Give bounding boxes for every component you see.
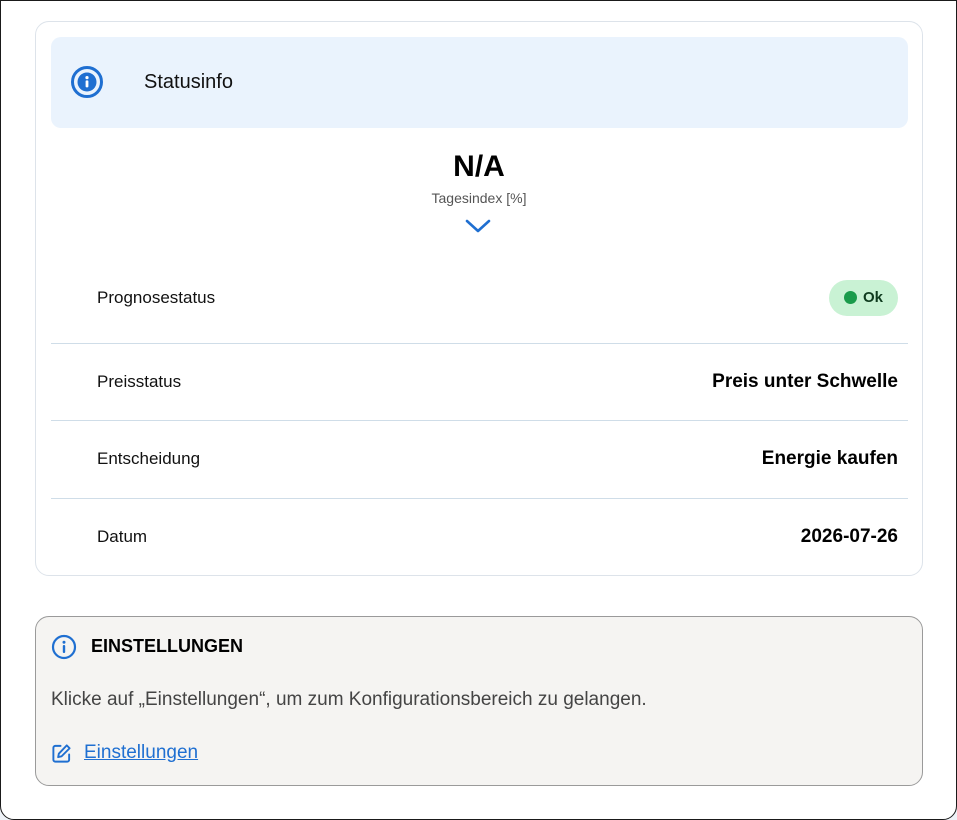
row-entscheidung: Entscheidung Energie kaufen [51, 420, 908, 497]
metric-value: N/A [453, 150, 505, 183]
settings-title: EINSTELLUNGEN [91, 636, 244, 656]
row-label: Prognosestatus [97, 287, 216, 307]
metric-label: Tagesindex [%] [431, 190, 527, 206]
row-preisstatus: Preisstatus Preis unter Schwelle [51, 343, 908, 420]
row-value: Preis unter Schwelle [712, 371, 898, 392]
row-label: Entscheidung [97, 449, 201, 468]
status-header-title: Statusinfo [144, 71, 233, 93]
info-circle-icon [51, 634, 77, 660]
status-card: Statusinfo N/A Tagesindex [%] Prognosest… [35, 21, 923, 576]
status-dot-icon [843, 291, 857, 304]
status-badge: Ok [828, 279, 898, 316]
settings-link-label: Einstellungen [84, 742, 199, 763]
row-value: 2026-07-26 [800, 526, 898, 547]
chevron-down-icon[interactable] [464, 218, 492, 234]
status-header: Statusinfo [51, 37, 908, 128]
page-frame: Statusinfo N/A Tagesindex [%] Prognosest… [0, 0, 957, 820]
settings-card: EINSTELLUNGEN Klicke auf „Einstellungen“… [35, 616, 923, 786]
settings-description: Klicke auf „Einstellungen“, um zum Konfi… [51, 689, 647, 710]
row-datum: Datum 2026-07-26 [51, 498, 908, 575]
info-circle-icon [71, 66, 103, 98]
row-label: Preisstatus [97, 372, 182, 391]
status-badge-text: Ok [862, 289, 883, 306]
row-value: Energie kaufen [761, 448, 898, 469]
edit-icon [52, 743, 71, 763]
row-label: Datum [97, 527, 148, 546]
row-prognosestatus: Prognosestatus Ok [51, 259, 908, 336]
settings-link[interactable]: Einstellungen [51, 742, 198, 764]
